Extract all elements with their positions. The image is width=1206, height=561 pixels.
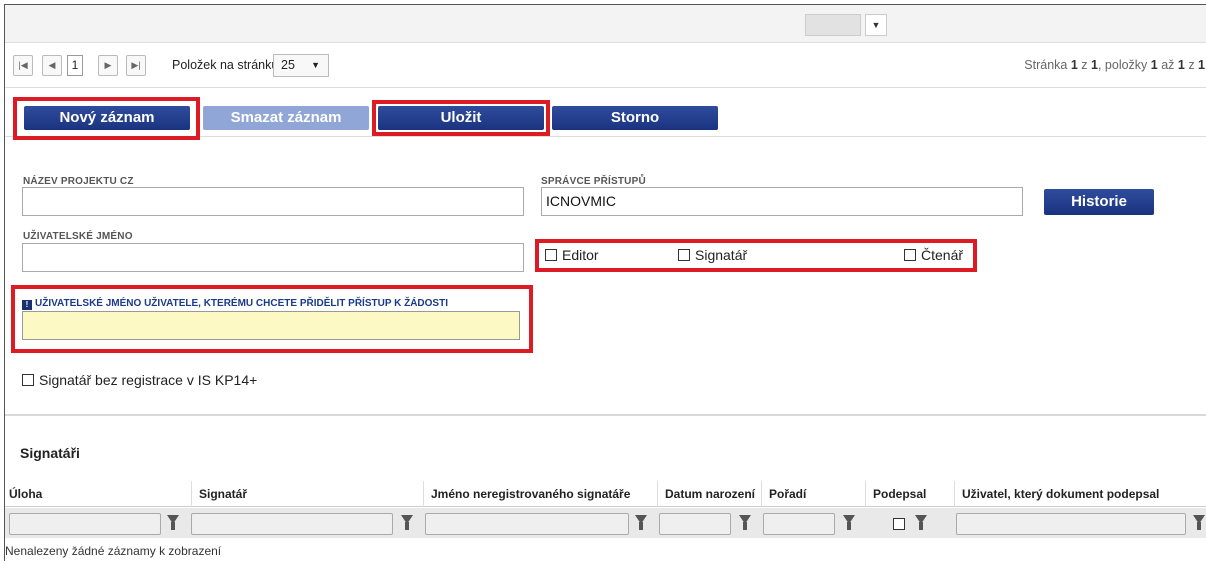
highlight-box (13, 97, 200, 140)
filter-icon[interactable] (401, 515, 413, 530)
main-panel: ▼ |◀ ◀ 1 ▶ ▶| Položek na stránku 25 ▼ St… (4, 4, 1206, 561)
filter-input-unregistered-name[interactable] (425, 513, 629, 535)
table-header: Úloha Signatář Jméno neregistrovaného si… (5, 481, 1206, 507)
filter-icon[interactable] (915, 515, 927, 530)
highlight-box (372, 100, 550, 136)
project-name-label: NÁZEV PROJEKTU CZ (23, 176, 134, 187)
divider (5, 414, 1206, 416)
current-page[interactable]: 1 (67, 55, 83, 76)
filter-icon[interactable] (739, 515, 751, 530)
chevron-down-icon: ▼ (311, 60, 320, 70)
col-role[interactable]: Úloha (9, 487, 42, 501)
empty-message: Nenalezeny žádné záznamy k zobrazení (5, 544, 222, 558)
unregistered-signatory-checkbox[interactable]: Signatář bez registrace v IS KP14+ (22, 372, 257, 388)
project-name-field[interactable] (22, 187, 524, 216)
signatories-title: Signatáři (20, 445, 80, 461)
col-signed[interactable]: Podepsal (873, 487, 926, 501)
filter-input-signatory[interactable] (191, 513, 393, 535)
col-birth-date[interactable]: Datum narození (665, 487, 755, 501)
filter-input-birth-date[interactable] (659, 513, 731, 535)
checkbox-icon (545, 249, 557, 261)
col-order[interactable]: Pořadí (769, 487, 806, 501)
per-page-value: 25 (281, 58, 295, 72)
first-page-icon[interactable]: |◀ (13, 55, 33, 76)
top-bar: ▼ (5, 5, 1206, 43)
checkbox-icon (22, 374, 34, 386)
target-user-label: ! UŽIVATELSKÉ JMÉNO UŽIVATELE, KTERÉMU CH… (22, 298, 448, 310)
filter-input-role[interactable] (9, 513, 161, 535)
filter-row (5, 508, 1206, 538)
per-page-label: Položek na stránku (172, 58, 279, 72)
access-admin-field[interactable]: ICNOVMIC (541, 187, 1023, 216)
per-page-select[interactable]: 25 ▼ (273, 54, 329, 77)
filter-input-signed-by-user[interactable] (956, 513, 1186, 535)
target-user-field[interactable] (22, 311, 520, 340)
filter-icon[interactable] (635, 515, 647, 530)
history-button[interactable]: Historie (1044, 189, 1154, 215)
last-page-icon[interactable]: ▶| (126, 55, 146, 76)
role-editor-checkbox[interactable]: Editor (545, 247, 599, 263)
action-toolbar: Nový záznam Smazat záznam Uložit Storno (5, 89, 1206, 140)
col-unregistered-name[interactable]: Jméno neregistrovaného signatáře (431, 487, 630, 501)
access-admin-label: SPRÁVCE PŘÍSTUPŮ (541, 176, 646, 187)
filter-input-order[interactable] (763, 513, 835, 535)
pager-info: Stránka 1 z 1, položky 1 až 1 z 1 (1024, 58, 1205, 72)
filter-icon[interactable] (167, 515, 179, 530)
cancel-button[interactable]: Storno (552, 106, 718, 130)
col-signed-by-user[interactable]: Uživatel, který dokument podepsal (962, 487, 1159, 501)
role-signatory-checkbox[interactable]: Signatář (678, 247, 747, 263)
delete-record-button[interactable]: Smazat záznam (203, 106, 369, 130)
username-label: UŽIVATELSKÉ JMÉNO (23, 231, 133, 242)
top-select[interactable] (805, 14, 861, 36)
checkbox-icon (904, 249, 916, 261)
required-icon: ! (22, 300, 32, 310)
pager: |◀ ◀ 1 ▶ ▶| Položek na stránku 25 ▼ Strá… (5, 44, 1206, 88)
next-page-icon[interactable]: ▶ (98, 55, 118, 76)
role-reader-checkbox[interactable]: Čtenář (904, 247, 963, 263)
username-field[interactable] (22, 243, 524, 272)
chevron-down-icon[interactable]: ▼ (865, 14, 887, 36)
filter-icon[interactable] (843, 515, 855, 530)
filter-icon[interactable] (1193, 515, 1205, 530)
checkbox-icon (678, 249, 690, 261)
col-signatory[interactable]: Signatář (199, 487, 247, 501)
filter-signed-checkbox[interactable] (893, 518, 905, 530)
prev-page-icon[interactable]: ◀ (42, 55, 62, 76)
